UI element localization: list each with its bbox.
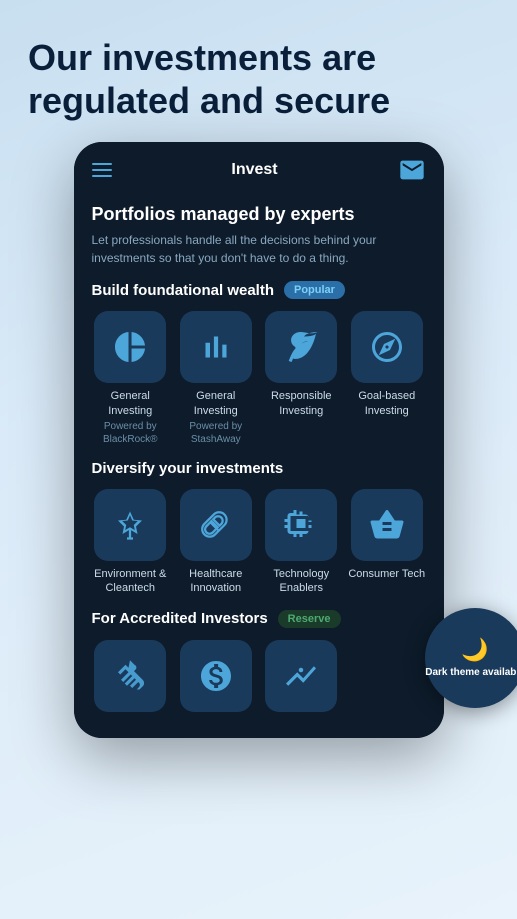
phone-frame: Invest Portfolios managed by experts Let… <box>0 142 517 737</box>
card-4-title: Goal-based Investing <box>348 389 426 418</box>
technology-enablers-title: Technology Enablers <box>263 567 341 596</box>
healthcare-innovation-title: Healthcare Innovation <box>177 567 255 596</box>
diversify-section: Diversify your investments <box>92 460 426 477</box>
technology-enablers-card[interactable]: Technology Enablers <box>263 489 341 596</box>
pie-chart-icon <box>112 329 148 365</box>
accredited-section: For Accredited Investors Reserve <box>92 610 426 628</box>
compass-icon <box>369 329 405 365</box>
wind-icon-container <box>94 489 166 561</box>
accredited-card-3[interactable] <box>263 640 341 718</box>
pill-icon <box>198 507 234 543</box>
chip-icon-container <box>265 489 337 561</box>
foundational-cards-grid: General Investing Powered by BlackRock® … <box>92 311 426 446</box>
responsible-icon <box>283 329 319 365</box>
environment-cleantech-card[interactable]: Environment & Cleantech <box>92 489 170 596</box>
portfolios-header: Portfolios managed by experts <box>92 204 426 225</box>
wind-turbine-icon <box>112 507 148 543</box>
card-3-title: Responsible Investing <box>263 389 341 418</box>
phone-screen: Invest Portfolios managed by experts Let… <box>74 142 444 737</box>
build-wealth-section: Build foundational wealth Popular <box>92 281 426 299</box>
moon-icon: 🌙 <box>461 637 488 663</box>
phone-topbar: Invest <box>74 142 444 194</box>
environment-cleantech-title: Environment & Cleantech <box>92 567 170 596</box>
accredited-label: For Accredited Investors <box>92 610 268 627</box>
chart-up-icon-container <box>265 640 337 712</box>
reserve-badge: Reserve <box>278 610 341 628</box>
consumer-tech-title: Consumer Tech <box>348 567 425 581</box>
phone-content: Portfolios managed by experts Let profes… <box>74 194 444 737</box>
handshake-icon-container <box>94 640 166 712</box>
general-investing-blackrock-card[interactable]: General Investing Powered by BlackRock® <box>92 311 170 446</box>
dollar-circle-icon-container <box>180 640 252 712</box>
accredited-card-2[interactable] <box>177 640 255 718</box>
portfolios-desc: Let professionals handle all the decisio… <box>92 231 426 267</box>
goal-based-investing-card[interactable]: Goal-based Investing <box>348 311 426 446</box>
bar-chart-icon <box>198 329 234 365</box>
dark-theme-label: Dark theme available <box>425 667 517 679</box>
card-2-subtitle: Powered by StashAway <box>177 420 255 446</box>
diversify-label: Diversify your investments <box>92 460 284 477</box>
responsible-investing-card[interactable]: Responsible Investing <box>263 311 341 446</box>
healthcare-innovation-card[interactable]: Healthcare Innovation <box>177 489 255 596</box>
pie-icon-container <box>94 311 166 383</box>
dark-theme-bubble[interactable]: 🌙 Dark theme available <box>425 608 517 708</box>
accredited-card-4-placeholder <box>348 640 426 718</box>
chip-icon <box>283 507 319 543</box>
basket-icon <box>369 507 405 543</box>
card-2-title: General Investing <box>177 389 255 418</box>
inbox-icon[interactable] <box>398 156 426 184</box>
accredited-cards-grid <box>92 640 426 718</box>
diversify-cards-grid: Environment & Cleantech Healthcare Innov… <box>92 489 426 596</box>
basket-icon-container <box>351 489 423 561</box>
popular-badge: Popular <box>284 281 345 299</box>
chart-up-icon <box>283 658 319 694</box>
hero-title: Our investments are regulated and secure <box>0 0 517 142</box>
general-investing-stashaway-card[interactable]: General Investing Powered by StashAway <box>177 311 255 446</box>
accredited-card-1[interactable] <box>92 640 170 718</box>
card-1-title: General Investing <box>92 389 170 418</box>
menu-icon[interactable] <box>92 163 112 177</box>
handshake-icon <box>112 658 148 694</box>
pill-icon-container <box>180 489 252 561</box>
goal-icon-container <box>351 311 423 383</box>
responsible-icon-container <box>265 311 337 383</box>
build-wealth-label: Build foundational wealth <box>92 282 275 299</box>
card-1-subtitle: Powered by BlackRock® <box>92 420 170 446</box>
bar-icon-container <box>180 311 252 383</box>
dollar-circle-icon <box>198 658 234 694</box>
topbar-title: Invest <box>231 161 277 179</box>
consumer-tech-card[interactable]: Consumer Tech <box>348 489 426 596</box>
